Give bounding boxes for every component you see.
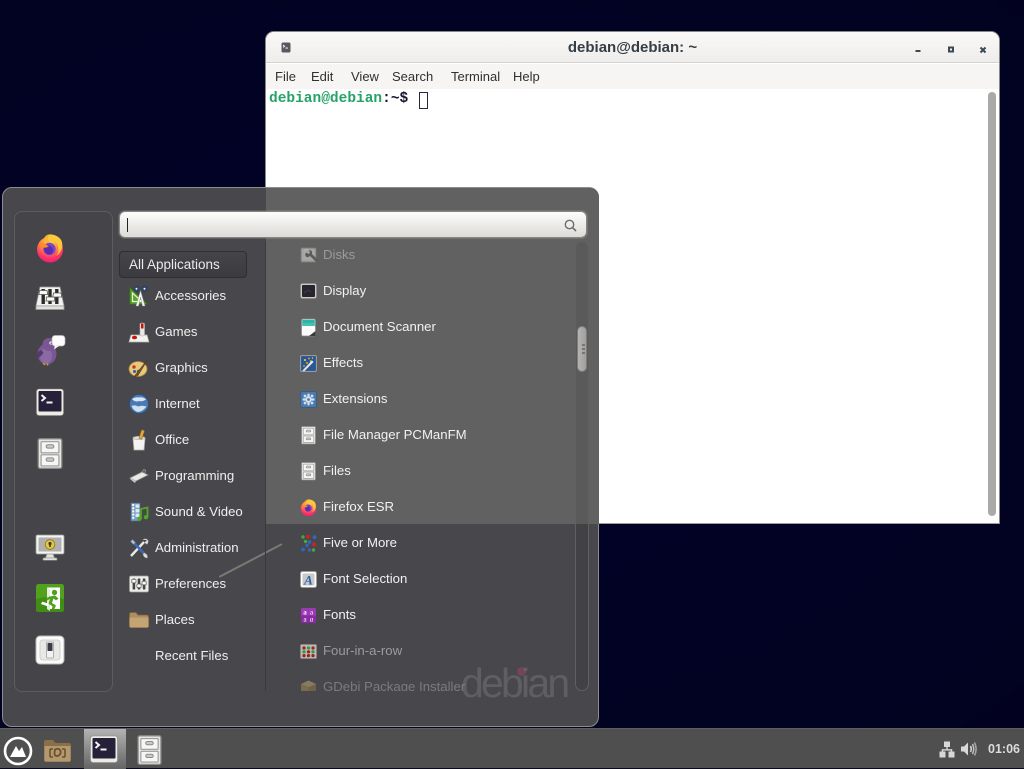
svg-text:A: A	[303, 573, 313, 588]
svg-text:a: a	[310, 616, 314, 624]
